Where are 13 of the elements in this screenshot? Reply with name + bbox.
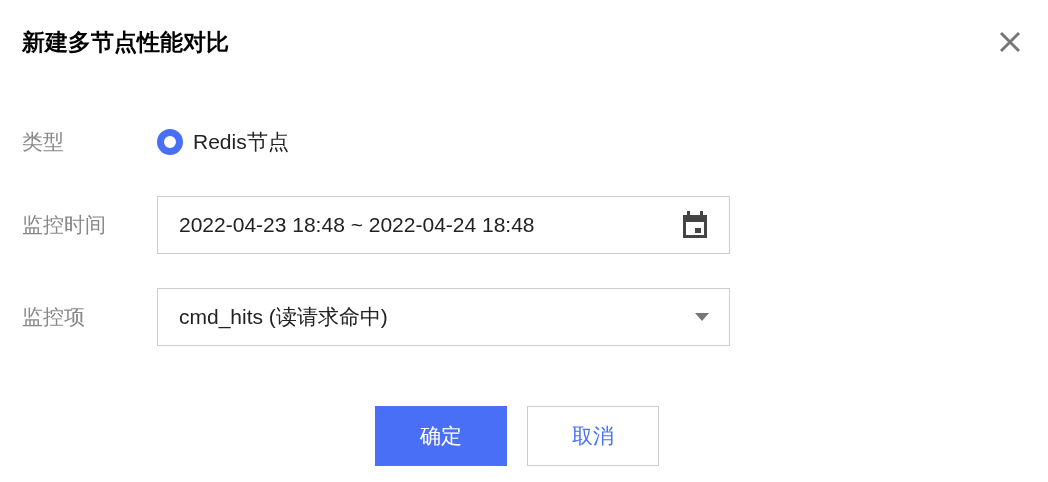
close-icon[interactable] <box>998 30 1022 54</box>
select-field[interactable]: cmd_hits (读请求命中) <box>157 288 730 346</box>
field-label: 监控项 <box>22 304 86 330</box>
dialog-title: 新建多节点性能对比 <box>22 27 229 57</box>
radio-option[interactable]: Redis节点 <box>157 128 289 156</box>
cancel-button[interactable]: 取消 <box>527 406 659 466</box>
caret-icon <box>695 313 709 321</box>
date-range-field[interactable]: 2022-04-23 18:48 ~ 2022-04-24 18:48 <box>157 196 730 254</box>
field-label: 类型 <box>22 129 65 155</box>
calendar-icon[interactable] <box>681 210 709 240</box>
field-label: 监控时间 <box>22 212 107 238</box>
confirm-button[interactable]: 确定 <box>375 406 507 466</box>
radio-button[interactable] <box>157 129 183 155</box>
